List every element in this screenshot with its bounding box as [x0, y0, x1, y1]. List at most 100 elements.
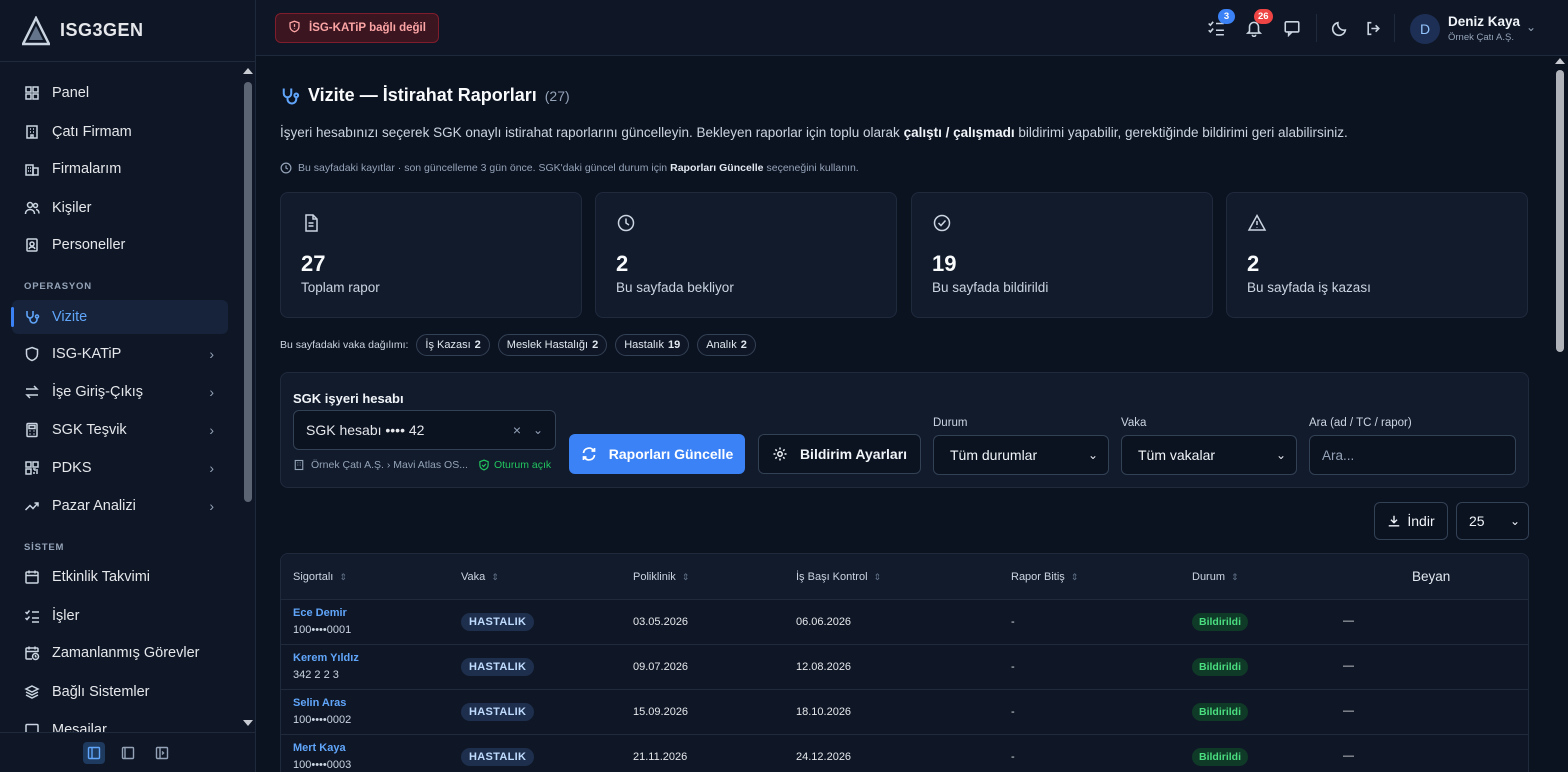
column-header-vaka[interactable]: Vaka ⇕: [461, 571, 499, 583]
avatar[interactable]: D: [1410, 14, 1440, 44]
sidebar-item-label: İşe Giriş-Çıkış: [52, 384, 144, 400]
sidebar-item-personeller[interactable]: Personeller: [12, 228, 228, 262]
moon-icon[interactable]: [1329, 18, 1349, 38]
chip-count: 2: [740, 339, 747, 351]
poliklinik-date: 03.05.2026: [633, 616, 689, 628]
sidebar-item-bagli-sistemler[interactable]: Bağlı Sistemler: [12, 675, 228, 709]
case-filter-value: Tüm vakalar: [1138, 447, 1216, 463]
sidebar-item-ise-giris-cikis[interactable]: İşe Giriş-Çıkış ›: [12, 375, 228, 409]
scroll-up-arrow-icon[interactable]: [243, 68, 253, 74]
sidebar-item-pazar-analizi[interactable]: Pazar Analizi ›: [12, 489, 228, 523]
grid-icon: [24, 85, 40, 101]
column-header-rapor-bitis[interactable]: Rapor Bitiş ⇕: [1011, 571, 1078, 583]
scroll-down-arrow-icon[interactable]: [243, 720, 253, 726]
layout-sidebar-compact-icon[interactable]: [117, 742, 139, 764]
column-header-sigortali[interactable]: Sigortalı ⇕: [293, 571, 347, 583]
sidebar-item-label: Vizite: [52, 309, 88, 325]
sgk-account-select[interactable]: SGK hesabı •••• 42 × ⌄: [293, 410, 556, 450]
layout-sidebar-left-icon[interactable]: [83, 741, 105, 764]
chevron-right-icon: ›: [209, 422, 214, 438]
chip-label: Analık: [706, 339, 737, 351]
sidebar-item-etkinlik-takvimi[interactable]: Etkinlik Takvimi: [12, 560, 228, 594]
sidebar-item-label: ISG-KATiP: [52, 346, 122, 362]
control-date: 12.08.2026: [796, 661, 852, 673]
download-button[interactable]: İndir: [1374, 502, 1448, 540]
column-header-poliklinik[interactable]: Poliklinik ⇕: [633, 571, 689, 583]
nav-section-sistem: SİSTEM: [24, 542, 65, 553]
insured-name[interactable]: Kerem Yıldız: [293, 652, 359, 664]
column-header-durum[interactable]: Durum ⇕: [1192, 571, 1239, 583]
column-header-beyan: Beyan: [1412, 569, 1451, 584]
sidebar-item-pdks[interactable]: PDKS ›: [12, 451, 228, 485]
chevron-right-icon: ›: [209, 498, 214, 514]
status-filter-select[interactable]: Tüm durumlar ⌄: [933, 435, 1109, 475]
chip-count: 19: [667, 339, 681, 351]
search-input[interactable]: [1309, 435, 1516, 475]
chip-meslek-hastaligi[interactable]: Meslek Hastalığı 2: [497, 334, 608, 356]
katip-status-badge[interactable]: İSG-KATiP bağlı değil: [275, 13, 439, 43]
notifications-badge: 26: [1254, 9, 1273, 24]
chip-is-kazasi[interactable]: İş Kazası 2: [416, 334, 490, 356]
main-scroll-thumb[interactable]: [1556, 70, 1564, 352]
sidebar-item-kisiler[interactable]: Kişiler: [12, 191, 228, 225]
status-badge: Bildirildi: [1192, 703, 1248, 721]
sidebar-item-isler[interactable]: İşler: [12, 599, 228, 633]
user-org: Örnek Çatı A.Ş.: [1448, 32, 1514, 43]
chevron-right-icon: ›: [209, 346, 214, 362]
table-row[interactable]: Mert Kaya 100••••0003 HASTALIK 21.11.202…: [281, 735, 1528, 772]
table-row[interactable]: Kerem Yıldız 342 2 2 3 HASTALIK 09.07.20…: [281, 645, 1528, 690]
shield-alert-icon: [288, 20, 301, 36]
sidebar-item-firmalarim[interactable]: Firmalarım: [12, 152, 228, 186]
sidebar-item-mesajlar[interactable]: Mesajlar: [12, 713, 228, 732]
column-label: İş Başı Kontrol: [796, 571, 868, 583]
clear-icon[interactable]: ×: [513, 422, 521, 438]
chip-count: 2: [592, 339, 599, 351]
column-header-is-basi-kontrol[interactable]: İş Başı Kontrol ⇕: [796, 571, 881, 583]
main-scrollbar[interactable]: [1552, 56, 1568, 772]
sidebar-item-vizite[interactable]: Vizite: [11, 300, 228, 334]
report-end: -: [1011, 751, 1015, 763]
scroll-up-arrow-icon[interactable]: [1555, 58, 1565, 64]
logout-icon[interactable]: [1363, 18, 1383, 38]
case-filter-select[interactable]: Tüm vakalar ⌄: [1121, 435, 1297, 475]
table-row[interactable]: Ece Demir 100••••0001 HASTALIK 03.05.202…: [281, 600, 1528, 645]
layout-sidebar-hidden-icon[interactable]: [151, 742, 173, 764]
update-reports-button[interactable]: Raporları Güncelle: [569, 434, 745, 474]
chip-hastalik[interactable]: Hastalık 19: [615, 334, 690, 356]
table-row[interactable]: Selin Aras 100••••0002 HASTALIK 15.09.20…: [281, 690, 1528, 735]
sidebar-item-cati-firmam[interactable]: Çatı Firmam: [12, 115, 228, 149]
page-size-select[interactable]: 25 ⌄: [1456, 502, 1529, 540]
sidebar-item-sgk-tesvik[interactable]: SGK Teşvik ›: [12, 413, 228, 447]
sidebar-scrollbar[interactable]: [241, 66, 254, 730]
poliklinik-date: 21.11.2026: [633, 751, 688, 763]
sidebar-item-isg-katip[interactable]: ISG-KATiP ›: [12, 337, 228, 371]
user-name[interactable]: Deniz Kaya: [1448, 14, 1520, 29]
stethoscope-icon: [280, 86, 300, 106]
chevron-down-icon[interactable]: ⌄: [533, 423, 543, 437]
status-badge: Bildirildi: [1192, 748, 1248, 766]
brand[interactable]: ISG3GEN: [0, 0, 255, 62]
chevron-down-icon[interactable]: ⌄: [1526, 20, 1536, 34]
notification-settings-button[interactable]: Bildirim Ayarları: [758, 434, 921, 474]
sidebar-item-zamanlanmis-gorevler[interactable]: Zamanlanmış Görevler: [12, 636, 228, 670]
trend-icon: [24, 498, 40, 514]
document-icon: [305, 214, 318, 232]
sidebar-scroll-thumb[interactable]: [244, 82, 252, 502]
shield-check-icon: [478, 459, 490, 471]
chevron-down-icon: ⌄: [1275, 448, 1286, 462]
notification-settings-label: Bildirim Ayarları: [799, 446, 908, 462]
sidebar-item-label: PDKS: [52, 460, 92, 476]
chip-analik[interactable]: Analık 2: [697, 334, 756, 356]
sidebar-item-panel[interactable]: Panel: [12, 76, 228, 110]
chat-icon[interactable]: [1282, 18, 1302, 38]
calendar-clock-icon: [24, 645, 40, 661]
reports-table: Sigortalı ⇕ Vaka ⇕ Poliklinik ⇕ İş Başı Kon…: [280, 553, 1529, 772]
table-header: Sigortalı ⇕ Vaka ⇕ Poliklinik ⇕ İş Başı Kon…: [281, 554, 1528, 600]
beyan-value: —: [1343, 615, 1354, 627]
insured-name[interactable]: Ece Demir: [293, 607, 347, 619]
sort-icon: ⇕: [681, 571, 690, 582]
insured-name[interactable]: Mert Kaya: [293, 742, 346, 754]
sidebar-item-label: Kişiler: [52, 200, 92, 216]
insured-name[interactable]: Selin Aras: [293, 697, 346, 709]
status-badge: Bildirildi: [1192, 658, 1248, 676]
